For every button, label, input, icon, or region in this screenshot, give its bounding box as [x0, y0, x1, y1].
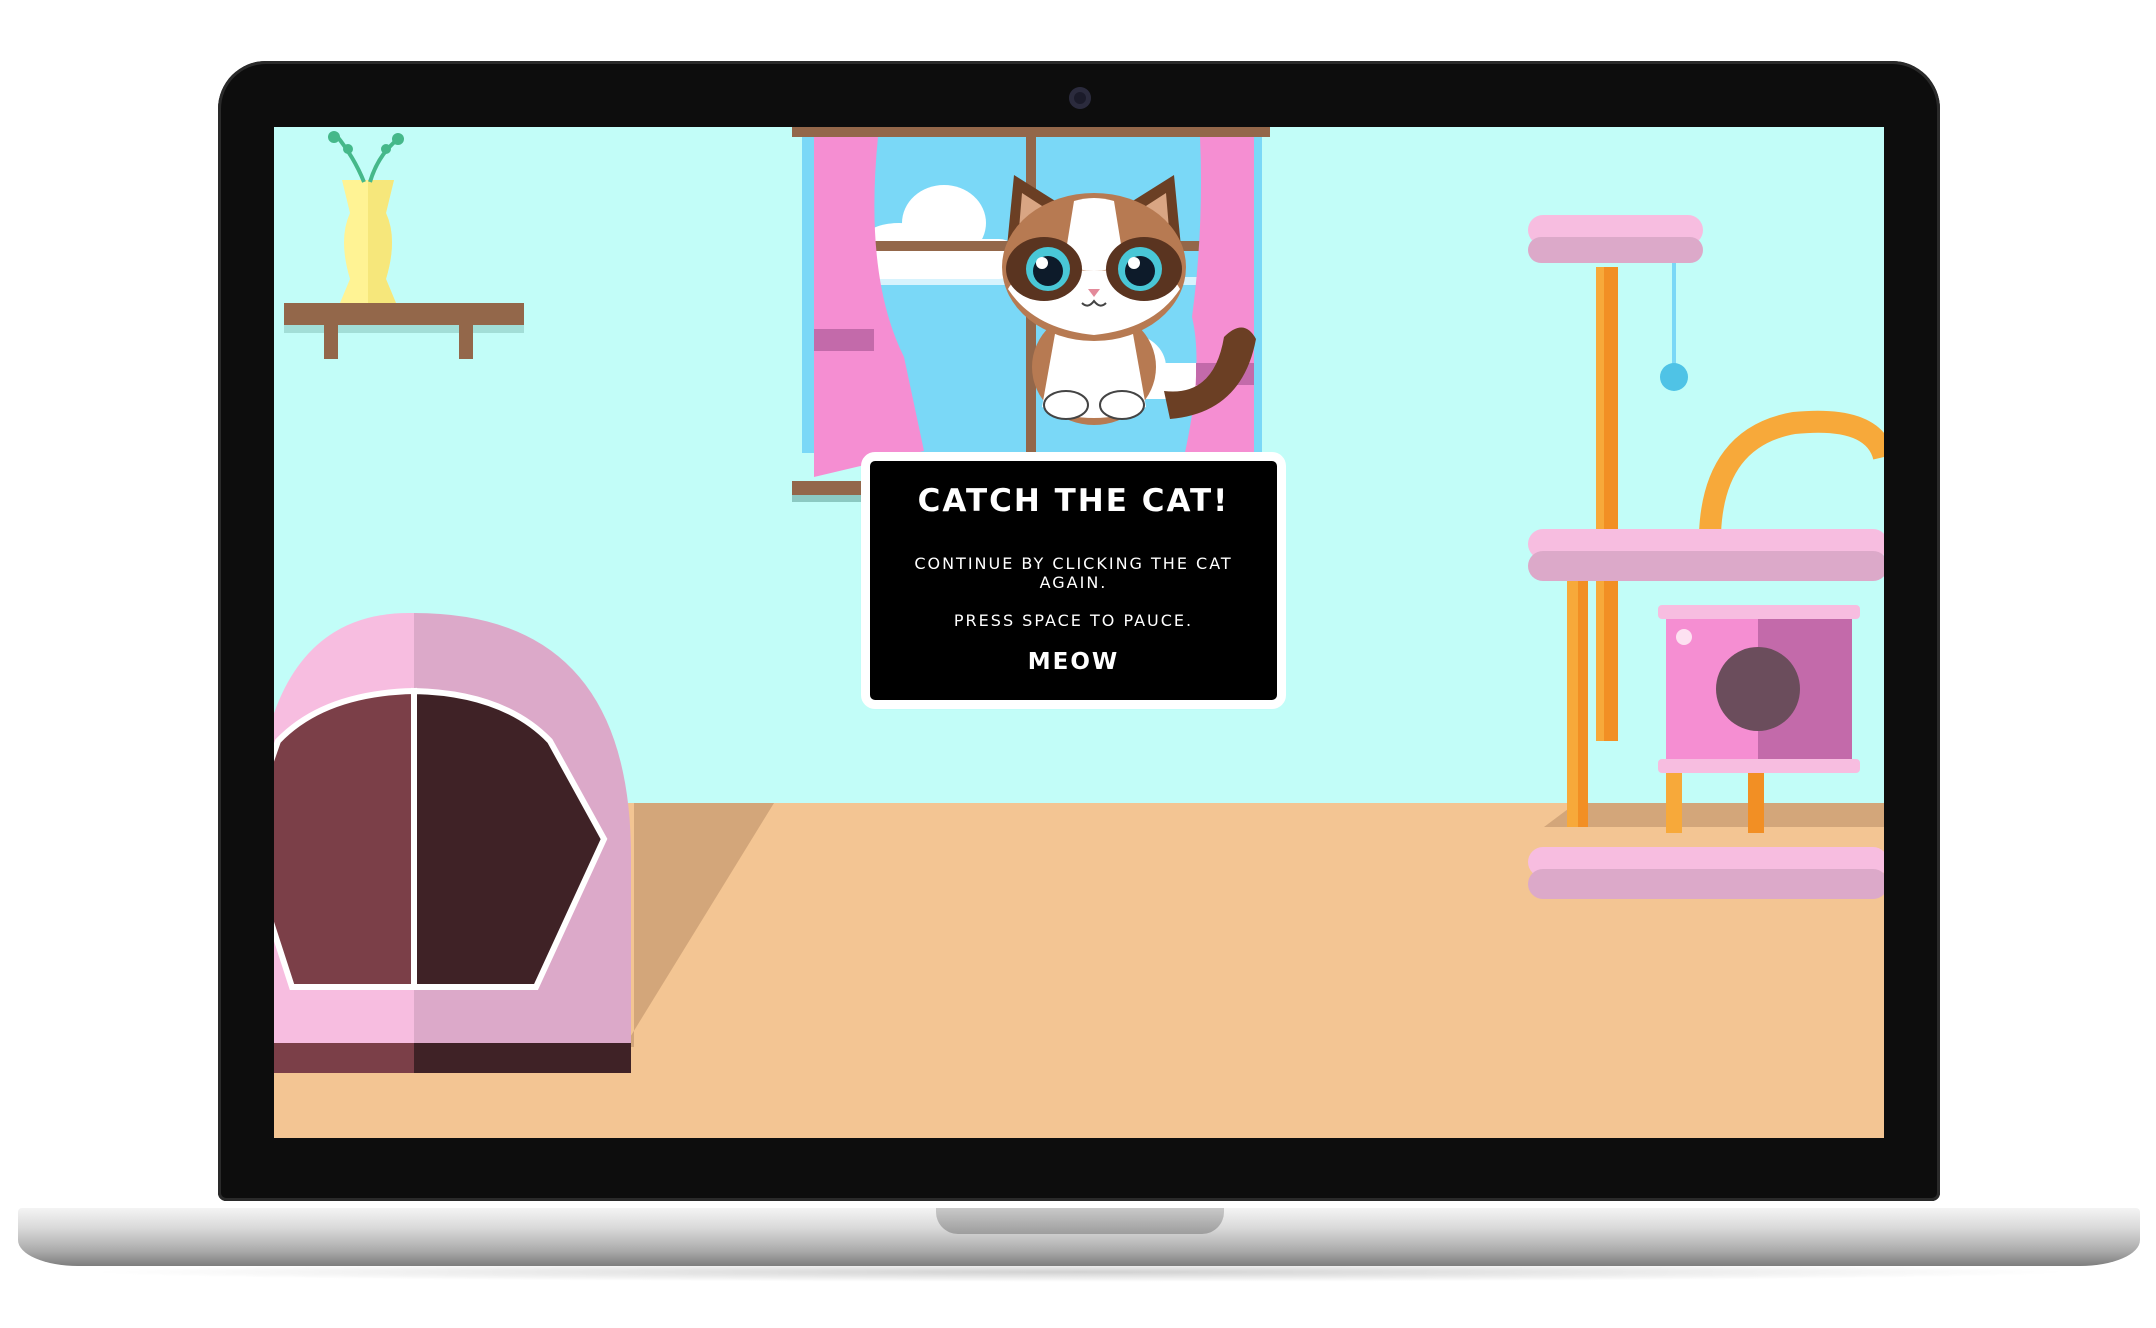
wall-shelf — [284, 303, 524, 359]
game-screen: CATCH THE CAT! CONTINUE BY CLICKING THE … — [274, 127, 1884, 1138]
cat-character[interactable] — [974, 167, 1264, 427]
floor-shadow-left — [624, 803, 774, 1047]
webcam-icon — [1069, 87, 1091, 109]
meow-button[interactable]: MEOW — [1010, 644, 1137, 680]
laptop-hinge-notch — [936, 1208, 1224, 1234]
vase-icon — [328, 131, 404, 303]
cat-bed — [274, 613, 631, 1073]
continue-instruction: CONTINUE BY CLICKING THE CAT AGAIN. — [914, 554, 1233, 592]
pause-instruction: PRESS SPACE TO PAUCE. — [953, 611, 1194, 630]
floor-shadow-right — [1544, 803, 1884, 827]
pause-dialog: CATCH THE CAT! CONTINUE BY CLICKING THE … — [861, 452, 1286, 709]
dialog-title: CATCH THE CAT! — [917, 483, 1230, 519]
cat-tower — [1528, 215, 1884, 899]
